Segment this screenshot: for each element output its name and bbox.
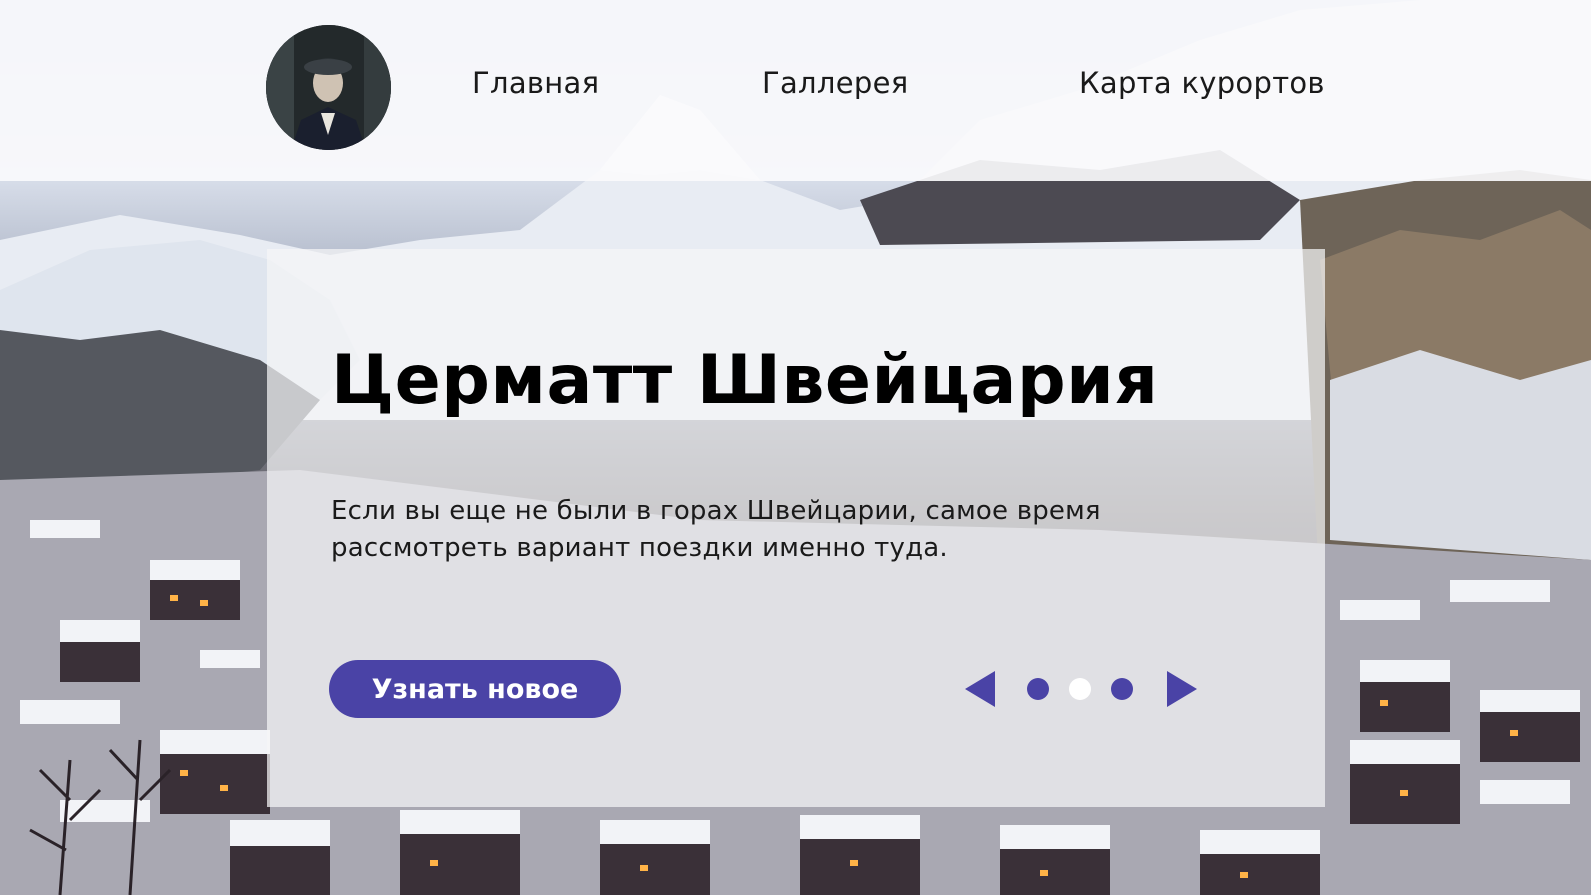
prev-slide-button[interactable]	[963, 669, 997, 709]
avatar-portrait-icon	[266, 25, 391, 150]
nav-link-resort-map[interactable]: Карта курортов	[1079, 66, 1325, 100]
slider-dot-2[interactable]	[1069, 678, 1091, 700]
slider-dot-3[interactable]	[1111, 678, 1133, 700]
site-header: Главная Галлерея Карта курортов	[0, 0, 1591, 181]
learn-more-button[interactable]: Узнать новое	[329, 660, 621, 718]
hero-card: Церматт Швейцария Если вы еще не были в …	[267, 249, 1325, 807]
nav-link-gallery[interactable]: Галлерея	[762, 66, 908, 100]
slider-controls	[963, 669, 1213, 709]
triangle-left-icon	[965, 671, 995, 707]
triangle-right-icon	[1167, 671, 1197, 707]
avatar[interactable]	[266, 25, 391, 150]
nav-link-home[interactable]: Главная	[472, 66, 599, 100]
hero-description: Если вы еще не были в горах Швейцарии, с…	[331, 496, 1101, 563]
next-slide-button[interactable]	[1165, 669, 1199, 709]
slider-dot-1[interactable]	[1027, 678, 1049, 700]
hero-title: Церматт Швейцария	[331, 341, 1159, 420]
